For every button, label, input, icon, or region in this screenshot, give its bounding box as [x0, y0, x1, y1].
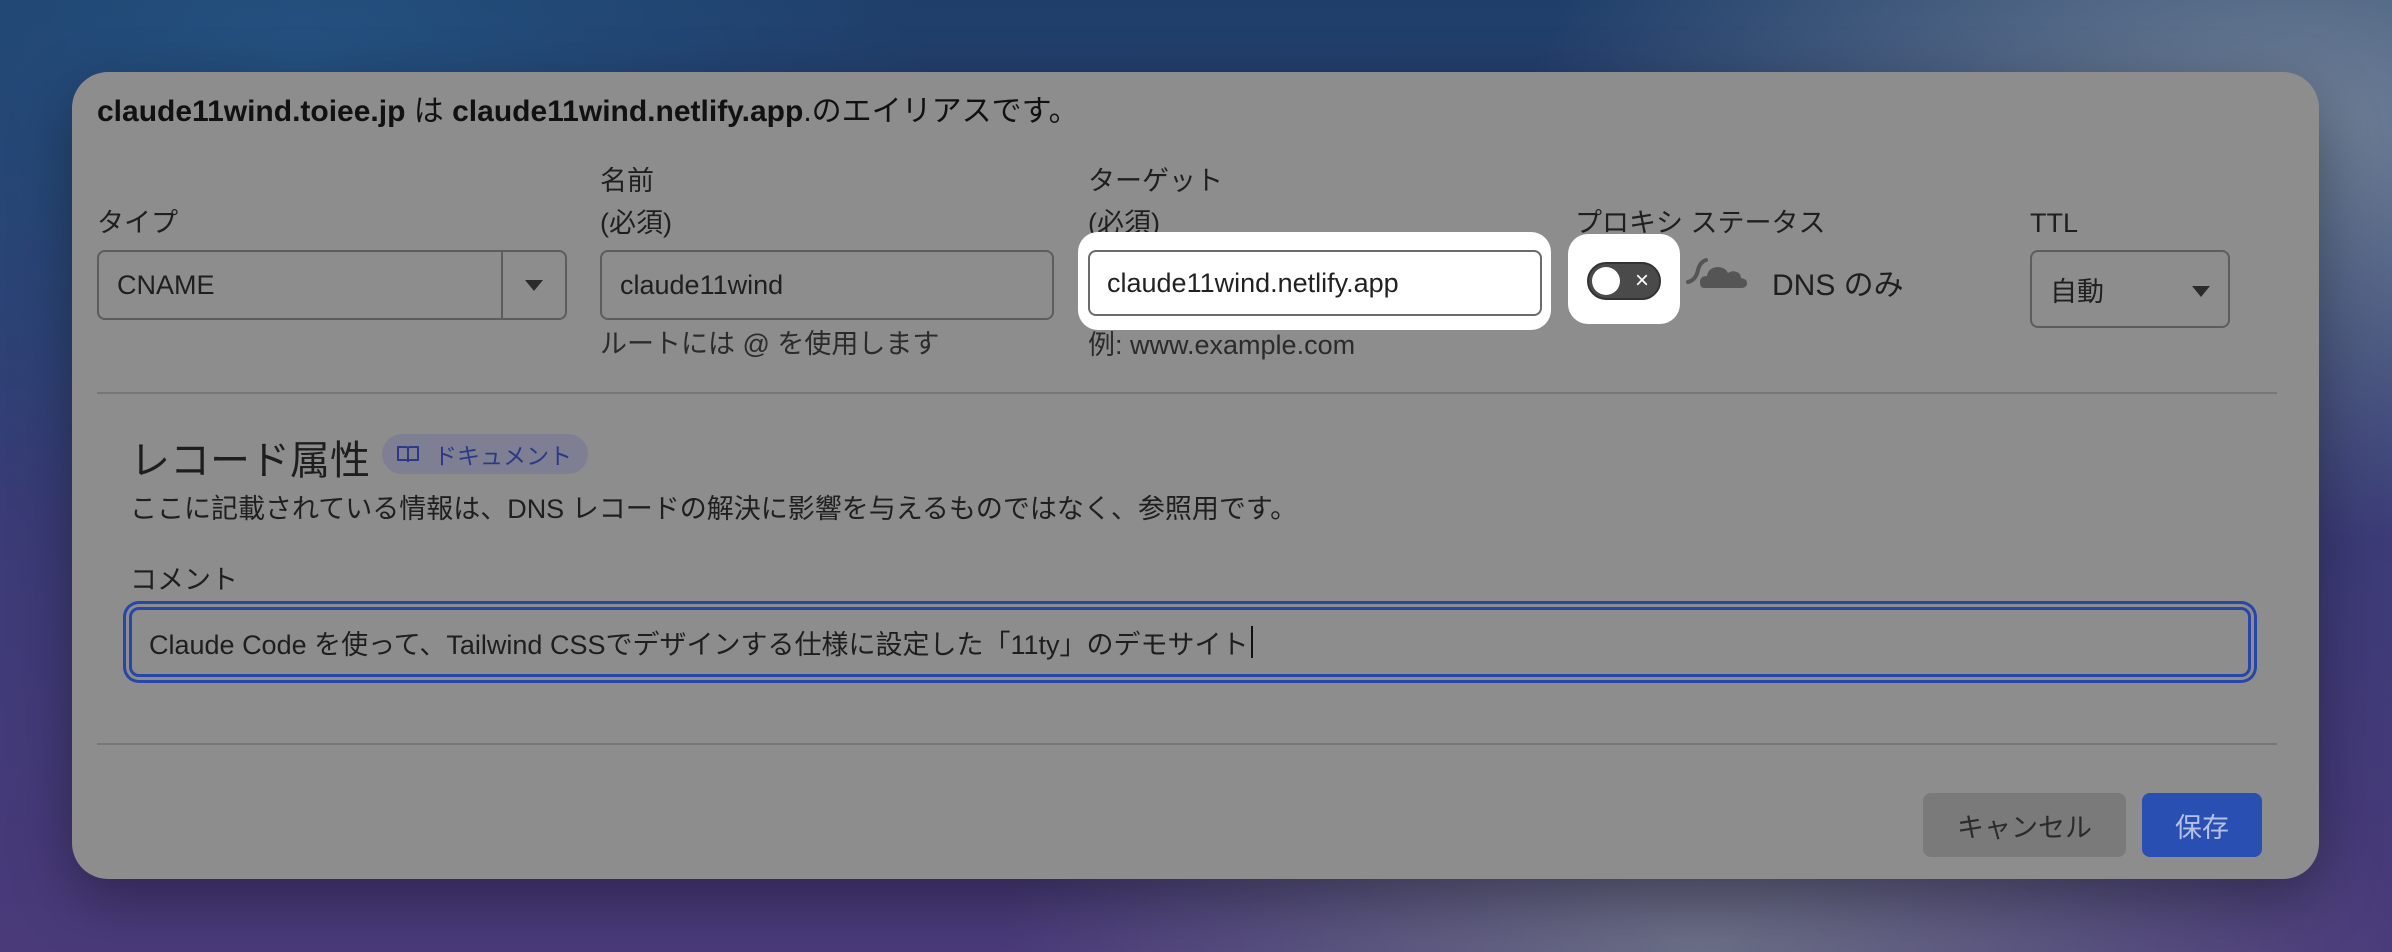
- close-icon: ×: [1634, 267, 1649, 294]
- book-icon: [397, 446, 419, 463]
- alias-suffix: .のエイリアスです。: [803, 95, 1079, 128]
- alias-particle: は: [405, 95, 453, 128]
- target-hostname: claude11wind.netlify.app: [452, 95, 804, 128]
- save-button[interactable]: 保存: [2142, 793, 2262, 857]
- comment-label: コメント: [130, 565, 238, 595]
- name-input[interactable]: claude11wind: [600, 250, 1054, 320]
- name-input-value: claude11wind: [620, 269, 784, 300]
- target-label: ターゲット: [1088, 166, 1223, 196]
- target-input-value: claude11wind.netlify.app: [1107, 267, 1399, 298]
- documentation-badge[interactable]: ドキュメント: [382, 434, 588, 474]
- proxy-status-text: DNS のみ: [1772, 269, 1904, 302]
- ttl-select[interactable]: 自動: [2030, 250, 2230, 328]
- documentation-link[interactable]: ドキュメント: [434, 437, 572, 471]
- ttl-select-value: 自動: [2050, 276, 2104, 307]
- section-divider-top: [97, 392, 2277, 394]
- source-hostname: claude11wind.toiee.jp: [97, 95, 406, 128]
- ttl-label: TTL: [2030, 208, 2079, 238]
- name-hint: ルートには @ を使用します: [600, 329, 940, 359]
- section-divider-bottom: [97, 743, 2277, 745]
- toggle-knob: [1592, 267, 1620, 295]
- target-hint: 例: www.example.com: [1088, 330, 1356, 360]
- comment-input[interactable]: Claude Code を使って、Tailwind CSSでデザインする仕様に設…: [129, 607, 2251, 677]
- chevron-down-icon: [2192, 286, 2210, 297]
- type-label: タイプ: [97, 208, 178, 238]
- record-attributes-description: ここに記載されている情報は、DNS レコードの解決に影響を与えるものではなく、参…: [130, 494, 1298, 524]
- type-select-chevron[interactable]: [501, 252, 565, 318]
- chevron-down-icon: [525, 279, 543, 291]
- alias-description: claude11wind.toiee.jp は claude11wind.net…: [97, 86, 1079, 130]
- type-select[interactable]: CNAME: [97, 250, 567, 320]
- name-label: 名前: [600, 166, 654, 196]
- proxy-toggle[interactable]: ×: [1587, 262, 1661, 300]
- dns-only-cloud-icon: [1686, 258, 1747, 288]
- dns-record-edit-panel: claude11wind.toiee.jp は claude11wind.net…: [72, 72, 2319, 879]
- name-required: (必須): [600, 208, 672, 238]
- cancel-button[interactable]: キャンセル: [1923, 793, 2126, 857]
- comment-input-value: Claude Code を使って、Tailwind CSSでデザインする仕様に設…: [149, 629, 1249, 660]
- record-attributes-title: レコード属性: [130, 439, 370, 483]
- type-select-value: CNAME: [117, 269, 215, 300]
- target-input[interactable]: claude11wind.netlify.app: [1088, 250, 1542, 316]
- text-caret: [1250, 626, 1253, 658]
